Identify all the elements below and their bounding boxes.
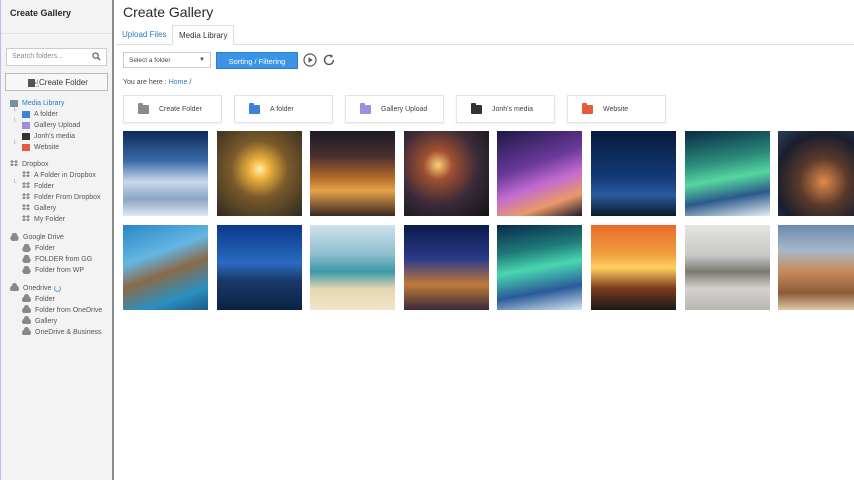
image-thumbnail[interactable] [310,131,395,216]
breadcrumb-home[interactable]: Home [169,79,188,86]
folder-select-value: Select a folder [129,57,171,64]
play-icon[interactable] [303,53,317,67]
onedrive-icon [22,316,31,324]
folder-card-label: Create Folder [159,106,202,113]
folder-card-jonhs-media[interactable]: Jonh's media [456,95,555,123]
folder-select[interactable]: Select a folder ▼ [123,52,211,68]
tab-bar: Upload Files Media Library [116,25,854,45]
image-thumbnail[interactable] [217,225,302,310]
image-thumbnail[interactable] [778,225,854,310]
dropbox-icon [22,182,30,189]
google-drive-icon [22,244,31,252]
tree-connector: └ [12,108,17,114]
tree-item-jonhs-media[interactable]: Jonh's media [22,131,75,141]
folder-card-a-folder[interactable]: A folder [234,95,333,123]
image-thumbnail[interactable] [497,131,582,216]
image-thumbnail[interactable] [123,225,208,310]
onedrive-icon [22,305,31,313]
image-thumbnail[interactable] [123,131,208,216]
folder-icon [22,121,30,129]
onedrive-icon [10,283,19,291]
main-panel: Create Gallery Upload Files Media Librar… [116,0,854,480]
folder-icon [22,143,30,151]
folder-card-create-folder[interactable]: Create Folder [123,95,222,123]
folder-card-label: Website [603,106,629,113]
tree-item-a-folder[interactable]: A folder [22,109,58,119]
folder-icon [249,103,260,114]
breadcrumb-separator: / [189,79,192,86]
dropbox-icon [22,171,30,178]
tree-item-a-folder-in-dropbox[interactable]: A Folder in Dropbox [22,170,96,180]
caret-down-icon: ▼ [199,57,205,63]
folder-icon [10,99,18,107]
image-thumbnail[interactable] [497,225,582,310]
tree-item-my-folder[interactable]: My Folder [22,214,65,224]
sorting-filtering-button[interactable]: Sorting / Filtering [216,52,298,69]
breadcrumb: You are here : Home / [123,79,191,86]
tree-item-gd-folder[interactable]: Folder [22,243,55,253]
folder-card-label: Jonh's media [492,106,534,113]
google-drive-icon [22,266,31,274]
image-thumbnail[interactable] [217,131,302,216]
folder-icon [22,110,30,118]
tree-connector: └ [12,141,17,147]
breadcrumb-prefix: You are here : [123,79,167,86]
dropbox-icon [22,204,30,211]
mouse-cursor-icon: ☝ [33,79,40,90]
refresh-icon[interactable] [322,53,336,67]
folder-icon [22,132,30,140]
tree-item-dropbox[interactable]: Dropbox [10,159,48,169]
onedrive-icon [22,327,31,335]
folder-plus-icon [138,103,149,114]
tree-item-onedrive[interactable]: Onedrive [10,283,62,293]
search-icon[interactable] [92,52,101,61]
tree-item-od-folder[interactable]: Folder [22,294,55,304]
tree-item-gallery[interactable]: Gallery [22,203,56,213]
image-thumbnail[interactable] [591,225,676,310]
google-drive-icon [10,233,19,241]
tree-item-folder-from-wp[interactable]: Folder from WP [22,265,84,275]
image-thumbnail[interactable] [310,225,395,310]
search-placeholder: Search folders... [12,53,63,60]
folder-icon [582,103,593,114]
tree-item-media-library[interactable]: Media Library [10,98,64,108]
tree-item-folder-from-onedrive[interactable]: Folder from OneDrive [22,305,102,315]
search-input[interactable]: Search folders... [6,48,107,66]
sidebar: Create Gallery Search folders... Create … [0,0,114,480]
dropbox-icon [22,193,30,200]
dropbox-icon [22,215,30,222]
tree-item-gallery-upload[interactable]: Gallery Upload [22,120,80,130]
image-thumbnail[interactable] [404,225,489,310]
tree-item-google-drive[interactable]: Google Drive [10,232,64,242]
tree-item-onedrive-business[interactable]: OneDrive & Business [22,327,102,337]
tree-item-folder[interactable]: Folder [22,181,54,191]
image-thumbnail[interactable] [591,131,676,216]
onedrive-icon [22,294,31,302]
folder-card-website[interactable]: Website [567,95,666,123]
tree-item-folder-from-gg[interactable]: FOLDER from GG [22,254,92,264]
folder-card-gallery-upload[interactable]: Gallery Upload [345,95,444,123]
google-drive-icon [22,255,31,263]
page-title: Create Gallery [123,4,214,20]
tree-item-website[interactable]: Website [22,142,59,152]
image-thumbnail[interactable] [685,131,770,216]
tab-media-library[interactable]: Media Library [172,25,235,45]
image-thumbnail[interactable] [778,131,854,216]
tree-item-od-gallery[interactable]: Gallery [22,316,57,326]
image-thumbnail[interactable] [404,131,489,216]
folder-card-label: Gallery Upload [381,106,428,113]
image-thumbnail[interactable] [685,225,770,310]
folder-icon [360,103,371,114]
loading-spinner-icon [54,284,62,292]
tree-item-folder-from-dropbox[interactable]: Folder From Dropbox [22,192,101,202]
folder-icon [471,103,482,114]
sidebar-title: Create Gallery [1,0,112,34]
tree-connector: └ [12,119,17,125]
create-folder-label: Create Folder [39,77,88,87]
folder-card-label: A folder [270,106,294,113]
create-folder-button[interactable]: Create Folder ☝ [5,73,108,91]
dropbox-icon [10,160,18,167]
tree-connector: └ [12,180,17,186]
tab-upload-files[interactable]: Upload Files [116,25,172,45]
